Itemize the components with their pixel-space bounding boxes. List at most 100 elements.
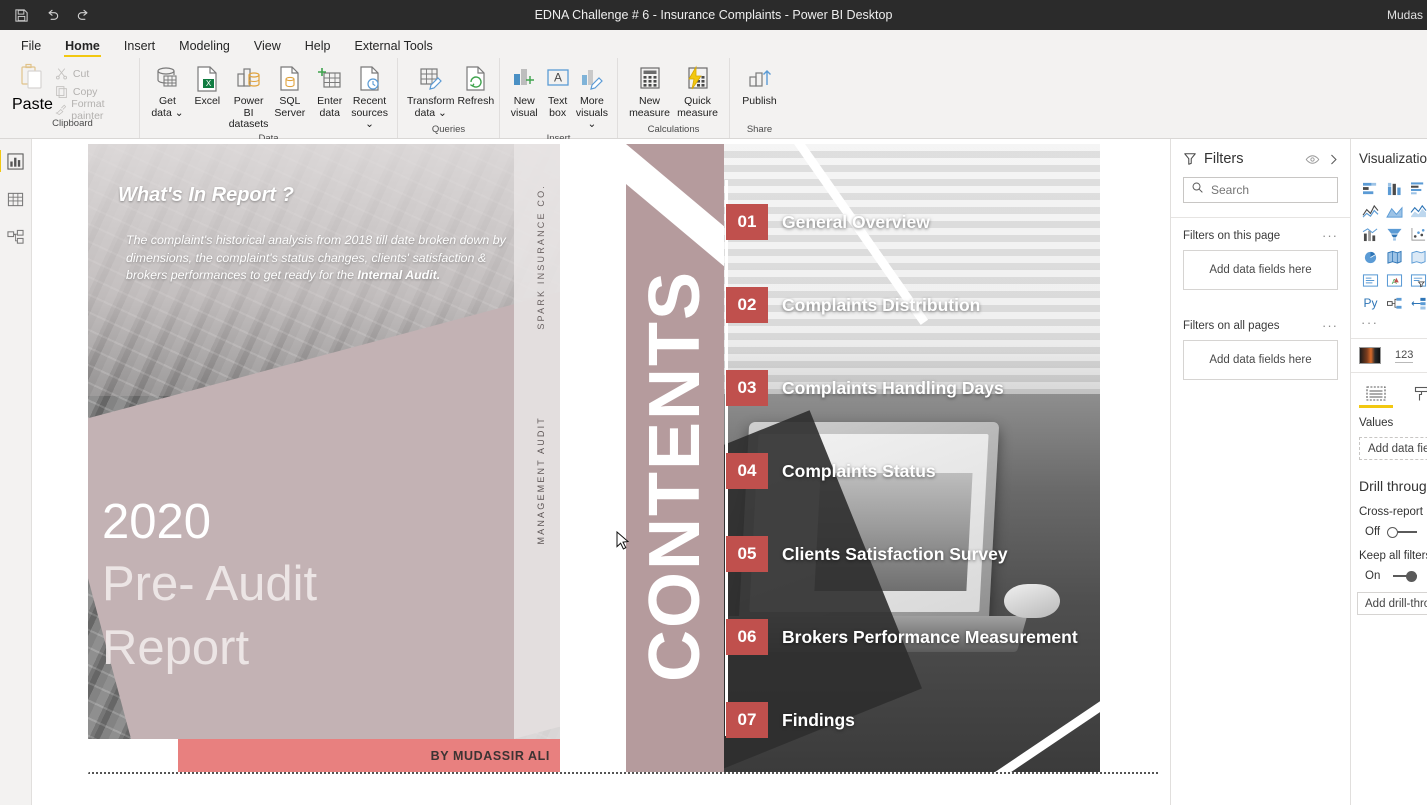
data-view-icon[interactable] xyxy=(2,185,30,213)
cover-footer-bar: BY MUDASSIR ALI xyxy=(88,739,560,772)
map-icon[interactable] xyxy=(1383,247,1406,267)
stacked-area-chart-icon[interactable] xyxy=(1407,201,1427,221)
get-data-button[interactable]: Get data ⌄ xyxy=(148,62,187,121)
report-view-icon[interactable] xyxy=(0,147,30,175)
line-chart-icon[interactable] xyxy=(1359,201,1382,221)
copy-icon xyxy=(56,86,67,98)
toc-item[interactable]: 06 Brokers Performance Measurement xyxy=(726,619,1100,655)
user-account-label[interactable]: Mudas xyxy=(1387,8,1427,22)
toc-item[interactable]: 01 General Overview xyxy=(726,204,1100,240)
toc-item[interactable]: 07 Findings xyxy=(726,702,1100,738)
add-drill-through-dropzone[interactable]: Add drill-throu xyxy=(1357,592,1427,615)
text-box-label: Text box xyxy=(548,95,568,119)
pie-chart-icon[interactable] xyxy=(1359,247,1382,267)
tab-file[interactable]: File xyxy=(10,36,52,58)
area-chart-icon[interactable] xyxy=(1383,201,1406,221)
paste-button[interactable]: Paste xyxy=(12,61,53,118)
search-input[interactable] xyxy=(1211,183,1330,197)
power-bi-datasets-button[interactable]: Power BI datasets xyxy=(228,62,270,133)
eye-icon[interactable] xyxy=(1305,152,1320,167)
sql-server-button[interactable]: SQL Server xyxy=(270,62,309,121)
filters-title: Filters xyxy=(1204,151,1244,167)
report-canvas-area[interactable]: SPARK INSURANCE CO. MANAGEMENT AUDIT Wha… xyxy=(32,139,1170,805)
recent-sources-button[interactable]: Recent sources ⌄ xyxy=(350,62,389,133)
filters-all-dropzone[interactable]: Add data fields here xyxy=(1183,340,1338,380)
toc-item[interactable]: 05 Clients Satisfaction Survey xyxy=(726,536,1100,572)
new-visual-label: New visual xyxy=(510,95,538,119)
toc-label: Complaints Handling Days xyxy=(782,377,1004,398)
enter-data-button[interactable]: Enter data xyxy=(310,62,349,121)
clustered-bar-chart-icon[interactable] xyxy=(1407,178,1427,198)
toc-item[interactable]: 03 Complaints Handling Days xyxy=(726,370,1100,406)
new-visual-button[interactable]: New visual xyxy=(508,62,540,121)
cover-page-visual[interactable]: SPARK INSURANCE CO. MANAGEMENT AUDIT Wha… xyxy=(88,144,560,772)
filters-search-box[interactable] xyxy=(1183,177,1338,203)
scatter-chart-icon[interactable] xyxy=(1407,224,1427,244)
tab-help[interactable]: Help xyxy=(294,36,342,58)
tab-external-tools[interactable]: External Tools xyxy=(343,36,443,58)
excel-button[interactable]: X Excel xyxy=(188,62,227,110)
cross-report-toggle[interactable] xyxy=(1387,526,1418,538)
toc-number-badge: 07 xyxy=(726,702,768,738)
refresh-button[interactable]: Refresh xyxy=(456,62,495,110)
format-tab[interactable] xyxy=(1413,385,1427,403)
report-page[interactable]: SPARK INSURANCE CO. MANAGEMENT AUDIT Wha… xyxy=(88,144,1158,774)
get-more-visuals-swatch-icon[interactable] xyxy=(1359,347,1381,364)
keep-all-filters-toggle[interactable] xyxy=(1387,570,1418,582)
funnel-chart-icon[interactable] xyxy=(1383,224,1406,244)
quick-measure-label: Quick measure xyxy=(677,95,718,119)
new-measure-button[interactable]: New measure xyxy=(626,62,673,121)
fields-tab[interactable] xyxy=(1359,385,1393,408)
publish-button[interactable]: Publish xyxy=(738,62,781,110)
undo-icon[interactable] xyxy=(43,6,61,24)
cover-footer-notch xyxy=(88,739,178,772)
slicer-icon[interactable] xyxy=(1407,270,1427,290)
tab-modeling[interactable]: Modeling xyxy=(168,36,241,58)
transform-data-icon xyxy=(417,64,445,94)
line-and-column-chart-icon[interactable] xyxy=(1359,224,1382,244)
toc-number-badge: 01 xyxy=(726,204,768,240)
tab-view[interactable]: View xyxy=(243,36,292,58)
stacked-column-chart-icon[interactable] xyxy=(1383,178,1406,198)
kpi-icon[interactable]: A xyxy=(1383,270,1406,290)
more-visuals-button[interactable]: More visuals ⌄ xyxy=(575,62,609,133)
ribbon-group-insert: New visual A Text box More visuals ⌄ Ins… xyxy=(499,58,617,144)
format-painter-button[interactable]: Format painter xyxy=(55,98,131,122)
report-canvas[interactable]: SPARK INSURANCE CO. MANAGEMENT AUDIT Wha… xyxy=(36,139,1170,805)
toc-item[interactable]: 02 Complaints Distribution xyxy=(726,287,1100,323)
redo-icon[interactable] xyxy=(74,6,92,24)
decomposition-tree-icon[interactable] xyxy=(1383,293,1406,313)
tab-home[interactable]: Home xyxy=(54,36,111,58)
toc-item[interactable]: 04 Complaints Status xyxy=(726,453,1100,489)
recent-sources-label: Recent sources ⌄ xyxy=(351,95,388,130)
ribbon-group-clipboard: Paste Cut Copy Format painter Clipboard xyxy=(6,58,139,138)
filled-map-icon[interactable] xyxy=(1407,247,1427,267)
card-icon[interactable] xyxy=(1359,270,1382,290)
quick-measure-button[interactable]: Quick measure xyxy=(674,62,721,121)
filters-page-more-icon[interactable]: ··· xyxy=(1322,229,1338,242)
stacked-bar-chart-icon[interactable] xyxy=(1359,178,1382,198)
model-view-icon[interactable] xyxy=(2,223,30,251)
key-influencers-icon[interactable] xyxy=(1407,293,1427,313)
tab-insert[interactable]: Insert xyxy=(113,36,166,58)
chevron-right-icon[interactable] xyxy=(1327,153,1340,166)
transform-data-button[interactable]: Transform data ⌄ xyxy=(406,62,455,121)
clipboard-group-label: Clipboard xyxy=(52,118,93,129)
save-icon[interactable] xyxy=(12,6,30,24)
toc-number-badge: 05 xyxy=(726,536,768,572)
python-visual-icon[interactable]: Py xyxy=(1359,293,1382,313)
more-visuals-ellipsis-icon[interactable]: ··· xyxy=(1351,313,1427,330)
window-title: EDNA Challenge # 6 - Insurance Complaint… xyxy=(534,8,893,22)
filters-page-dropzone[interactable]: Add data fields here xyxy=(1183,250,1338,290)
cover-title-line1: Pre- Audit xyxy=(102,557,318,611)
filters-all-more-icon[interactable]: ··· xyxy=(1322,319,1338,332)
ribbon-group-queries: Transform data ⌄ Refresh Queries xyxy=(397,58,499,138)
values-dropzone[interactable]: Add data field xyxy=(1359,437,1427,460)
format-number-icon[interactable]: 123 xyxy=(1395,349,1414,363)
contents-page-visual[interactable]: CONTENTS 01 General Overview 02 Complain… xyxy=(626,144,1100,772)
keep-all-filters-toggle-row[interactable]: On xyxy=(1351,562,1427,582)
text-box-button[interactable]: A Text box xyxy=(541,62,573,121)
cut-button[interactable]: Cut xyxy=(55,65,131,82)
cross-report-toggle-row[interactable]: Off xyxy=(1351,518,1427,538)
mouse-cursor xyxy=(616,530,630,551)
